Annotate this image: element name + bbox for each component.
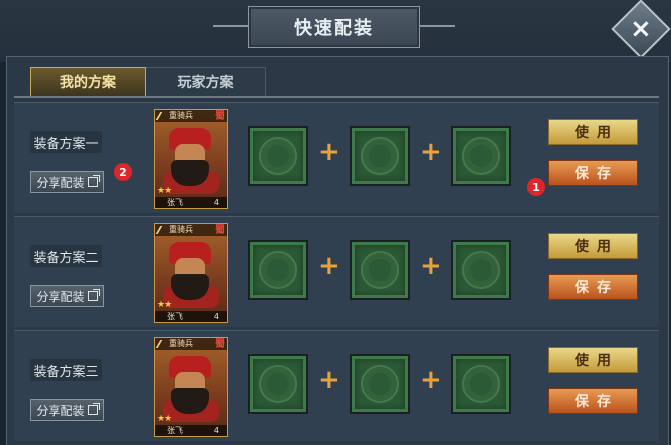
dragon-emblem-icon xyxy=(259,251,297,289)
hero-stars: ★★ xyxy=(157,300,172,310)
tab-my-plans[interactable]: 我的方案 xyxy=(30,67,146,97)
hero-type-label: 重骑兵 xyxy=(169,339,193,348)
plus-icon: + xyxy=(420,251,442,281)
hero-info-bar: 张飞 4 xyxy=(155,425,227,436)
hero-card[interactable]: 重骑兵 蜀 ★★ 张飞 4 xyxy=(154,337,228,437)
dragon-emblem-icon xyxy=(259,137,297,175)
plus-icon: + xyxy=(420,365,442,395)
dragon-emblem-icon xyxy=(462,137,500,175)
cavalry-icon xyxy=(155,340,170,348)
plan-label: 装备方案一 xyxy=(30,131,102,153)
save-button[interactable]: 保存 xyxy=(548,160,638,186)
header-pattern xyxy=(6,4,256,40)
close-icon: × xyxy=(630,13,652,44)
share-button-label: 分享配装 xyxy=(36,289,85,304)
equipment-slot-1[interactable] xyxy=(248,354,308,414)
equipment-slot-2[interactable] xyxy=(350,240,410,300)
hero-info-bar: 张飞 4 xyxy=(155,197,227,208)
cavalry-icon xyxy=(155,112,170,120)
hero-card[interactable]: 重骑兵 蜀 ★★ 张飞 4 xyxy=(154,109,228,209)
share-button[interactable]: 分享配装 xyxy=(30,285,104,307)
save-button[interactable]: 保存 xyxy=(548,274,638,300)
plus-icon: + xyxy=(318,251,340,281)
annotation-marker-2: 2 xyxy=(114,163,132,181)
share-button-label: 分享配装 xyxy=(36,403,85,418)
annotation-marker-1: 1 xyxy=(527,178,545,196)
tab-player-plans[interactable]: 玩家方案 xyxy=(146,67,266,97)
share-button[interactable]: 分享配装 xyxy=(30,399,104,421)
plus-icon: + xyxy=(318,137,340,167)
share-button[interactable]: 分享配装 xyxy=(30,171,104,193)
plan-row-3: 装备方案三 分享配装 重骑兵 蜀 ★★ 张飞 4 + + 使用 保存 xyxy=(14,330,659,441)
hero-type-label: 重骑兵 xyxy=(169,225,193,234)
share-icon xyxy=(87,175,100,187)
plan-row-1: 装备方案一 分享配装 重骑兵 蜀 ★★ 张飞 4 + + 使用 保存 xyxy=(14,102,659,213)
save-button[interactable]: 保存 xyxy=(548,388,638,414)
dragon-emblem-icon xyxy=(361,137,399,175)
equipment-slot-3[interactable] xyxy=(451,354,511,414)
hero-stars: ★★ xyxy=(157,186,172,196)
hero-level: 4 xyxy=(213,426,219,435)
cavalry-icon xyxy=(155,226,170,234)
hero-info-bar: 张飞 4 xyxy=(155,311,227,322)
hero-name: 张飞 xyxy=(167,198,183,207)
equipment-slot-2[interactable] xyxy=(350,126,410,186)
window-title-plate: 快速配装 xyxy=(213,6,455,48)
dragon-emblem-icon xyxy=(259,365,297,403)
hero-faction: 蜀 xyxy=(215,111,225,122)
dragon-emblem-icon xyxy=(462,365,500,403)
hero-name: 张飞 xyxy=(167,426,183,435)
plus-icon: + xyxy=(420,137,442,167)
hero-card[interactable]: 重骑兵 蜀 ★★ 张飞 4 xyxy=(154,223,228,323)
dragon-emblem-icon xyxy=(462,251,500,289)
equipment-slot-2[interactable] xyxy=(350,354,410,414)
plus-icon: + xyxy=(318,365,340,395)
hero-faction: 蜀 xyxy=(215,339,225,350)
share-icon xyxy=(87,289,100,301)
hero-faction: 蜀 xyxy=(215,225,225,236)
share-icon xyxy=(87,403,100,415)
plan-label: 装备方案三 xyxy=(30,359,102,381)
tab-bar: 我的方案 玩家方案 xyxy=(30,65,266,97)
dragon-emblem-icon xyxy=(361,365,399,403)
use-button[interactable]: 使用 xyxy=(548,347,638,373)
equipment-slot-3[interactable] xyxy=(451,126,511,186)
hero-name: 张飞 xyxy=(167,312,183,321)
plan-row-2: 装备方案二 分享配装 重骑兵 蜀 ★★ 张飞 4 + + 使用 保存 xyxy=(14,216,659,327)
use-button[interactable]: 使用 xyxy=(548,233,638,259)
window-title: 快速配装 xyxy=(294,18,374,39)
equipment-slot-1[interactable] xyxy=(248,126,308,186)
hero-stars: ★★ xyxy=(157,414,172,424)
plan-label: 装备方案二 xyxy=(30,245,102,267)
equipment-slot-1[interactable] xyxy=(248,240,308,300)
share-button-label: 分享配装 xyxy=(36,175,85,190)
hero-level: 4 xyxy=(213,198,219,207)
use-button[interactable]: 使用 xyxy=(548,119,638,145)
tab-divider xyxy=(14,96,659,98)
equipment-slot-3[interactable] xyxy=(451,240,511,300)
hero-type-label: 重骑兵 xyxy=(169,111,193,120)
dragon-emblem-icon xyxy=(361,251,399,289)
hero-level: 4 xyxy=(213,312,219,321)
